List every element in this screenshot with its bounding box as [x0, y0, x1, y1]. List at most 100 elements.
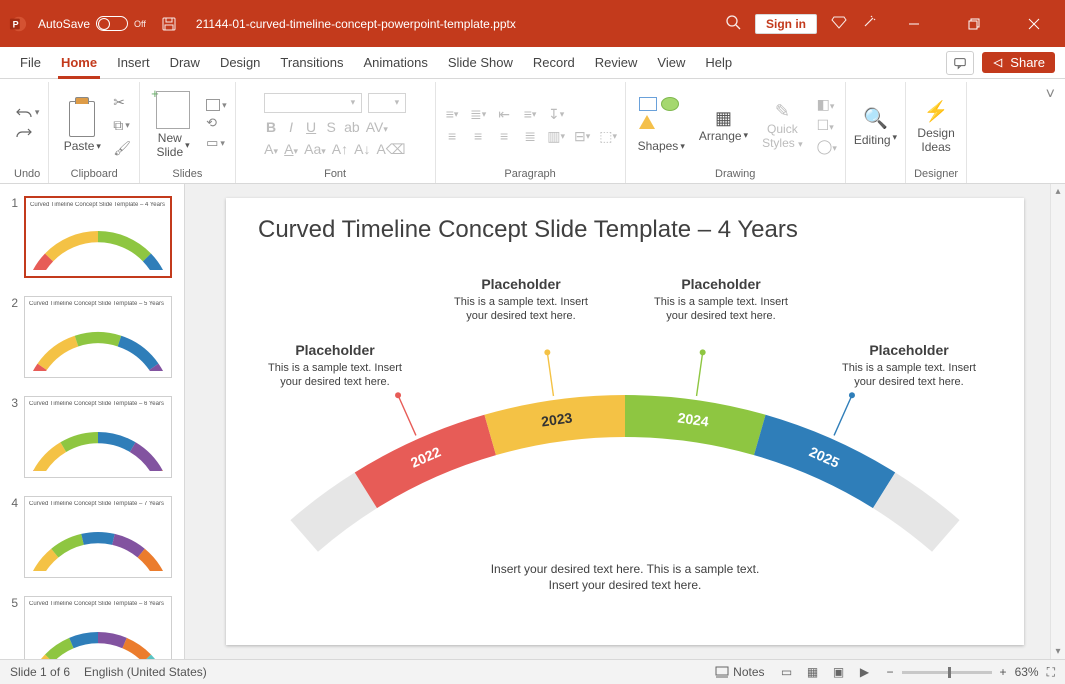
tab-transitions[interactable]: Transitions	[270, 47, 353, 79]
group-label-drawing[interactable]: Drawing	[715, 166, 755, 183]
wand-icon[interactable]	[861, 14, 877, 33]
group-label-clipboard[interactable]: Clipboard	[71, 166, 118, 183]
gem-icon[interactable]	[831, 14, 847, 33]
bullets-button[interactable]: ≡▾	[444, 107, 460, 121]
tab-animations[interactable]: Animations	[354, 47, 438, 79]
layout-button[interactable]: ▾	[206, 99, 227, 111]
save-icon[interactable]	[160, 15, 178, 33]
align-center-button[interactable]: ≡	[470, 129, 486, 143]
slide-thumbnails-pane[interactable]: 1Curved Timeline Concept Slide Template …	[0, 184, 185, 659]
section-button[interactable]: ▭▾	[206, 135, 227, 151]
smartart-button[interactable]: ⬚▾	[600, 129, 616, 143]
numbering-button[interactable]: ≣▾	[470, 107, 486, 121]
slide-title[interactable]: Curved Timeline Concept Slide Template –…	[258, 216, 798, 244]
indent-dec-button[interactable]: ⇤	[496, 107, 512, 121]
shape-outline-button[interactable]: ☐▾	[817, 117, 837, 134]
paste-button[interactable]: Paste▾	[57, 97, 107, 153]
notes-button[interactable]: Notes	[715, 665, 764, 679]
reset-slide-button[interactable]: ⟲	[206, 115, 227, 131]
slide-canvas[interactable]: Curved Timeline Concept Slide Template –…	[226, 198, 1024, 645]
group-label-paragraph[interactable]: Paragraph	[504, 166, 555, 183]
window-minimize-button[interactable]	[891, 10, 937, 38]
group-label-slides: Slides	[172, 166, 202, 183]
bottom-line1: Insert your desired text here. This is a…	[491, 562, 760, 576]
fit-slide-button[interactable]: ⛶	[1047, 665, 1055, 680]
tab-insert[interactable]: Insert	[107, 47, 160, 79]
shrink-font-button[interactable]: A↓	[354, 141, 370, 157]
strike-button[interactable]: S	[324, 119, 338, 135]
tab-review[interactable]: Review	[585, 47, 648, 79]
character-spacing-button[interactable]: AV▾	[366, 119, 388, 135]
slide-thumbnail-2[interactable]: Curved Timeline Concept Slide Template –…	[24, 296, 172, 378]
group-label-font[interactable]: Font	[324, 166, 346, 183]
language-indicator[interactable]: English (United States)	[84, 665, 207, 679]
line-spacing-button[interactable]: ≡▾	[522, 107, 538, 121]
font-size-combo[interactable]: ▾	[368, 93, 406, 113]
design-ideas-button[interactable]: ⚡ Design Ideas	[917, 96, 954, 154]
undo-button[interactable]: ▾	[15, 106, 40, 120]
window-close-button[interactable]	[1011, 10, 1057, 38]
shape-fill-button[interactable]: ◧▾	[817, 96, 837, 113]
tab-draw[interactable]: Draw	[160, 47, 210, 79]
bold-button[interactable]: B	[264, 119, 278, 135]
slide-bottom-text[interactable]: Insert your desired text here. This is a…	[491, 561, 760, 593]
search-icon[interactable]	[725, 14, 741, 33]
clear-format-button[interactable]: A⌫	[376, 141, 405, 158]
tab-help[interactable]: Help	[695, 47, 742, 79]
vertical-scrollbar[interactable]: ▴ ▾	[1050, 184, 1065, 659]
scroll-up-icon[interactable]: ▴	[1055, 184, 1060, 199]
share-button[interactable]: Share	[982, 52, 1055, 73]
zoom-percentage[interactable]: 63%	[1015, 665, 1039, 679]
slideshow-view-button[interactable]: ▶	[857, 665, 873, 679]
shadow-button[interactable]: ab	[344, 119, 360, 135]
shapes-button[interactable]: Shapes▾	[638, 97, 685, 153]
tab-slide-show[interactable]: Slide Show	[438, 47, 523, 79]
highlight-button[interactable]: A▾	[284, 141, 298, 157]
format-painter-button[interactable]: 🖌	[113, 140, 131, 157]
text-direction-button[interactable]: ↧▾	[548, 107, 564, 121]
slide-thumbnail-3[interactable]: Curved Timeline Concept Slide Template –…	[24, 396, 172, 478]
arrange-button[interactable]: ▦ Arrange▾	[699, 108, 748, 143]
align-right-button[interactable]: ≡	[496, 129, 512, 143]
tab-file[interactable]: File	[10, 47, 51, 79]
align-left-button[interactable]: ≡	[444, 129, 460, 143]
justify-button[interactable]: ≣	[522, 129, 538, 143]
reading-view-button[interactable]: ▣	[831, 665, 847, 679]
change-case-button[interactable]: Aa▾	[304, 141, 326, 157]
columns-button[interactable]: ▥▾	[548, 129, 564, 143]
normal-view-button[interactable]: ▭	[779, 665, 795, 679]
cut-button[interactable]: ✂	[113, 94, 131, 111]
copy-button[interactable]: ⧉ ▾	[113, 117, 131, 134]
ph2-title: Placeholder	[446, 276, 596, 292]
comments-button[interactable]	[946, 51, 974, 75]
timeline-arc[interactable]: 2022202320242025	[226, 305, 1024, 645]
editing-button[interactable]: 🔍 Editing▾	[854, 103, 897, 147]
redo-button[interactable]	[15, 126, 33, 145]
tab-design[interactable]: Design	[210, 47, 270, 79]
sign-in-button[interactable]: Sign in	[755, 14, 817, 34]
zoom-in-button[interactable]: +	[1000, 665, 1007, 679]
sorter-view-button[interactable]: ▦	[805, 665, 821, 679]
grow-font-button[interactable]: A↑	[332, 141, 348, 157]
new-slide-button[interactable]: New Slide▾	[148, 91, 198, 159]
autosave-toggle[interactable]: AutoSave Off	[38, 16, 146, 31]
zoom-out-button[interactable]: −	[887, 665, 894, 679]
tab-home[interactable]: Home	[51, 47, 107, 79]
tab-record[interactable]: Record	[523, 47, 585, 79]
slide-thumbnail-1[interactable]: Curved Timeline Concept Slide Template –…	[24, 196, 172, 278]
font-family-combo[interactable]: ▾	[264, 93, 362, 113]
scroll-down-icon[interactable]: ▾	[1055, 644, 1060, 659]
slide-thumbnail-5[interactable]: Curved Timeline Concept Slide Template –…	[24, 596, 172, 659]
window-restore-button[interactable]	[951, 10, 997, 38]
italic-button[interactable]: I	[284, 119, 298, 135]
collapse-ribbon-button[interactable]: ˅	[1046, 82, 1059, 104]
slide-thumbnail-4[interactable]: Curved Timeline Concept Slide Template –…	[24, 496, 172, 578]
align-text-button[interactable]: ⊟▾	[574, 129, 590, 143]
tab-view[interactable]: View	[647, 47, 695, 79]
toggle-off-icon	[96, 16, 128, 31]
zoom-slider[interactable]	[902, 671, 992, 674]
slide-indicator[interactable]: Slide 1 of 6	[10, 665, 70, 679]
shape-effects-button[interactable]: ◯▾	[817, 138, 837, 155]
underline-button[interactable]: U	[304, 119, 318, 135]
font-color-button[interactable]: A▾	[264, 141, 278, 157]
